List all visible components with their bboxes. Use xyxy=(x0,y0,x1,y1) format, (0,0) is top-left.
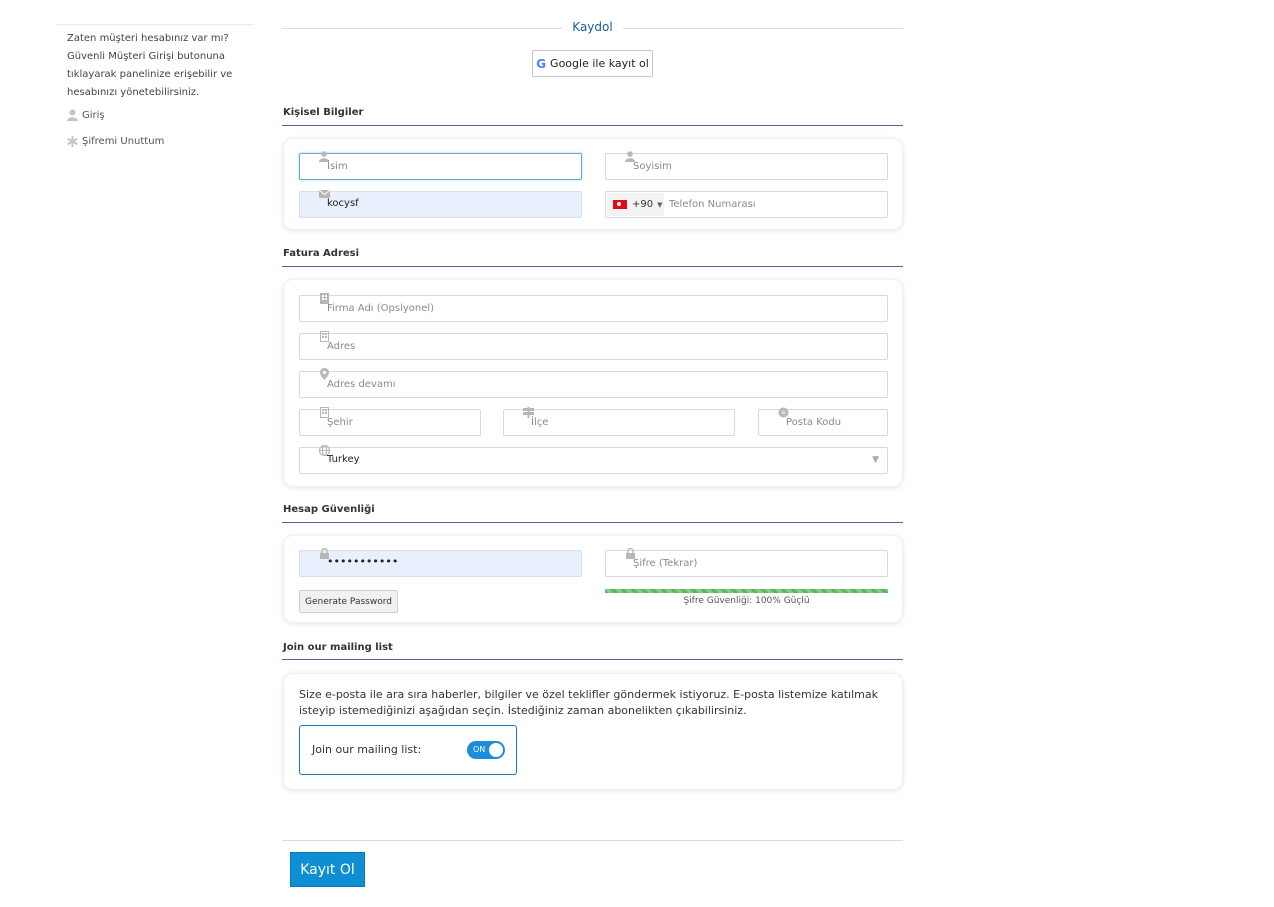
mailing-toggle-label: Join our mailing list: xyxy=(312,743,422,756)
country-value: Turkey xyxy=(327,454,360,465)
address2-field[interactable]: Adres devamı xyxy=(299,368,888,398)
address-placeholder: Adres xyxy=(327,341,356,352)
asterisk-icon xyxy=(66,135,78,147)
register-header: Kaydol xyxy=(282,19,903,37)
google-signup-label: Google ile kayıt ol xyxy=(550,57,649,70)
toggle-state-text: ON xyxy=(473,745,486,754)
page-title: Kaydol xyxy=(282,20,903,34)
login-link[interactable]: Giriş xyxy=(66,109,105,121)
country-code-value: +90 xyxy=(632,199,654,210)
section-title-mailing: Join our mailing list xyxy=(283,642,393,653)
password-confirm-placeholder: Şifre (Tekrar) xyxy=(633,558,698,569)
email-field[interactable]: kocysf xyxy=(299,190,582,218)
city-field[interactable]: Şehir xyxy=(299,406,481,436)
mailing-description: Size e-posta ile ara sıra haberler, bilg… xyxy=(299,688,878,717)
section-title-security: Hesap Güvenliği xyxy=(283,504,375,515)
country-select[interactable]: Turkey ▼ xyxy=(299,444,888,474)
caret-down-icon: ▼ xyxy=(657,200,663,209)
phone-placeholder: Telefon Numarası xyxy=(669,199,756,210)
phone-field[interactable]: +90 ▼ Telefon Numarası xyxy=(605,191,888,218)
forgot-password-link[interactable]: Şifremi Unuttum xyxy=(66,135,164,147)
sidebar-info-text: Zaten müşteri hesabınız var mı? Güvenli … xyxy=(67,33,233,98)
last-name-field[interactable]: Soyisim xyxy=(605,150,888,180)
postcode-placeholder: Posta Kodu xyxy=(786,417,842,428)
user-icon xyxy=(66,109,78,121)
personal-info-card: İsim Soyisim kocysf +90 ▼ Telefon Numara… xyxy=(283,138,903,230)
billing-address-card: Firma Adı (Opsiyonel) Adres Adres devamı… xyxy=(283,279,903,487)
section-title-billing: Fatura Adresi xyxy=(283,248,360,259)
password-strength-text: Şifre Güvenliği: 100% Güçlü xyxy=(683,596,810,606)
district-placeholder: İlçe xyxy=(531,417,549,428)
last-name-placeholder: Soyisim xyxy=(633,161,672,172)
forgot-password-label: Şifremi Unuttum xyxy=(82,135,165,147)
password-strength-bar xyxy=(605,589,888,593)
first-name-placeholder: İsim xyxy=(327,161,348,172)
google-signup-button[interactable]: G Google ile kayıt ol xyxy=(532,50,653,77)
registration-form: Kaydol G Google ile kayıt ol Kişisel Bil… xyxy=(282,0,903,907)
email-value: kocysf xyxy=(327,198,359,209)
mailing-list-card: Size e-posta ile ara sıra haberler, bilg… xyxy=(283,673,903,790)
form-footer-divider xyxy=(282,840,903,841)
company-placeholder: Firma Adı (Opsiyonel) xyxy=(327,303,435,314)
account-security-card: ••••••••••• Şifre (Tekrar) Generate Pass… xyxy=(283,535,903,623)
section-divider xyxy=(282,659,903,660)
generate-password-button[interactable]: Generate Password xyxy=(299,590,398,613)
section-divider xyxy=(282,125,903,126)
turkey-flag-icon xyxy=(613,200,627,209)
postcode-field[interactable]: Posta Kodu xyxy=(758,407,888,436)
address-field[interactable]: Adres xyxy=(299,330,888,360)
register-submit-button[interactable]: Kayıt Ol xyxy=(290,852,365,887)
section-divider xyxy=(282,522,903,523)
address2-placeholder: Adres devamı xyxy=(327,379,396,390)
section-title-personal: Kişisel Bilgiler xyxy=(283,107,364,118)
first-name-field[interactable]: İsim xyxy=(299,150,582,180)
toggle-knob xyxy=(489,743,503,757)
chevron-down-icon: ▼ xyxy=(872,455,879,465)
district-field[interactable]: İlçe xyxy=(503,406,735,436)
password-field[interactable]: ••••••••••• xyxy=(299,547,582,577)
mailing-list-toggle[interactable]: ON xyxy=(467,741,505,759)
sidebar-divider xyxy=(57,24,253,25)
login-label: Giriş xyxy=(82,109,105,121)
company-field[interactable]: Firma Adı (Opsiyonel) xyxy=(299,292,888,322)
password-confirm-field[interactable]: Şifre (Tekrar) xyxy=(605,547,888,577)
country-code-selector[interactable]: +90 ▼ xyxy=(607,193,664,216)
section-divider xyxy=(282,266,903,267)
mailing-toggle-box: Join our mailing list: ON xyxy=(299,725,517,775)
city-placeholder: Şehir xyxy=(327,417,353,428)
password-value: ••••••••••• xyxy=(327,555,399,568)
google-icon: G xyxy=(536,56,547,71)
